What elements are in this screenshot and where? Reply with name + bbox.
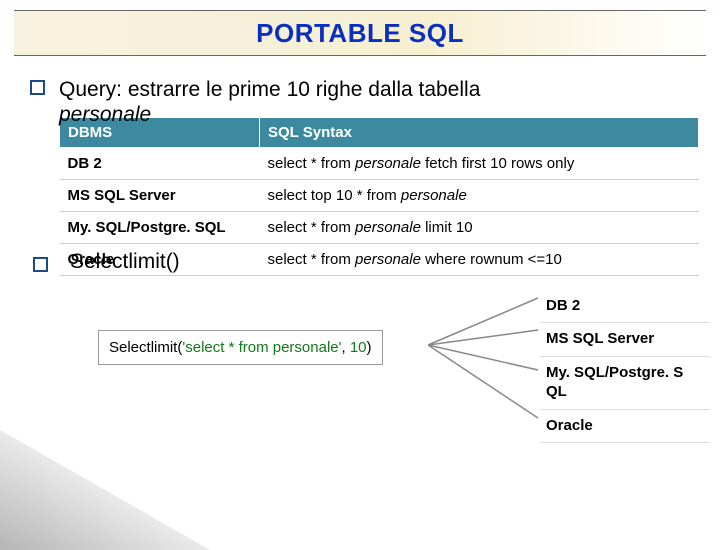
call-arg-n: 10 <box>350 339 367 356</box>
lower-diagram: Selectlimit('select * from personale', 1… <box>30 292 690 452</box>
bullet-square-icon <box>33 257 48 272</box>
slide-title: PORTABLE SQL <box>256 18 464 49</box>
table-row: DB 2 select * from personale fetch first… <box>60 147 699 179</box>
bullet-square-icon <box>30 80 45 95</box>
cell-dbms: My. SQL/Postgre. SQL <box>60 211 260 243</box>
selectlimit-label: Selectlimit() <box>70 250 180 274</box>
table-header-row: DBMS SQL Syntax <box>60 117 699 147</box>
slide: PORTABLE SQL Query: estrarre le prime 10… <box>0 10 720 550</box>
content-area: Query: estrarre le prime 10 righe dalla … <box>0 56 720 452</box>
title-bar: PORTABLE SQL <box>14 10 706 56</box>
table-row: My. SQL/Postgre. SQL select * from perso… <box>60 211 699 243</box>
query-text: Query: estrarre le prime 10 righe dalla … <box>59 74 679 106</box>
call-close: ) <box>367 339 372 356</box>
cell-syntax: select * from personale fetch first 10 r… <box>260 147 699 179</box>
col-syntax: SQL Syntax <box>260 117 699 147</box>
target-db-item: MS SQL Server <box>540 323 710 357</box>
cell-dbms: DB 2 <box>60 147 260 179</box>
cell-syntax: select * from personale limit 10 <box>260 211 699 243</box>
cell-dbms: MS SQL Server <box>60 179 260 211</box>
target-db-item: DB 2 <box>540 290 710 324</box>
call-fn: Selectlimit( <box>109 339 182 356</box>
table-row: MS SQL Server select top 10 * from perso… <box>60 179 699 211</box>
target-db-list: DB 2 MS SQL Server My. SQL/Postgre. S QL… <box>540 290 710 444</box>
selectlimit-call-box: Selectlimit('select * from personale', 1… <box>98 330 383 365</box>
call-arg-sql: 'select * from personale' <box>182 339 341 356</box>
target-db-item: My. SQL/Postgre. S QL <box>540 357 710 410</box>
call-sep: , <box>342 339 350 356</box>
target-db-item: Oracle <box>540 410 710 444</box>
fanout-lines-icon <box>428 290 548 440</box>
cell-syntax: select top 10 * from personale <box>260 179 699 211</box>
bullet-query: Query: estrarre le prime 10 righe dalla … <box>30 74 690 106</box>
